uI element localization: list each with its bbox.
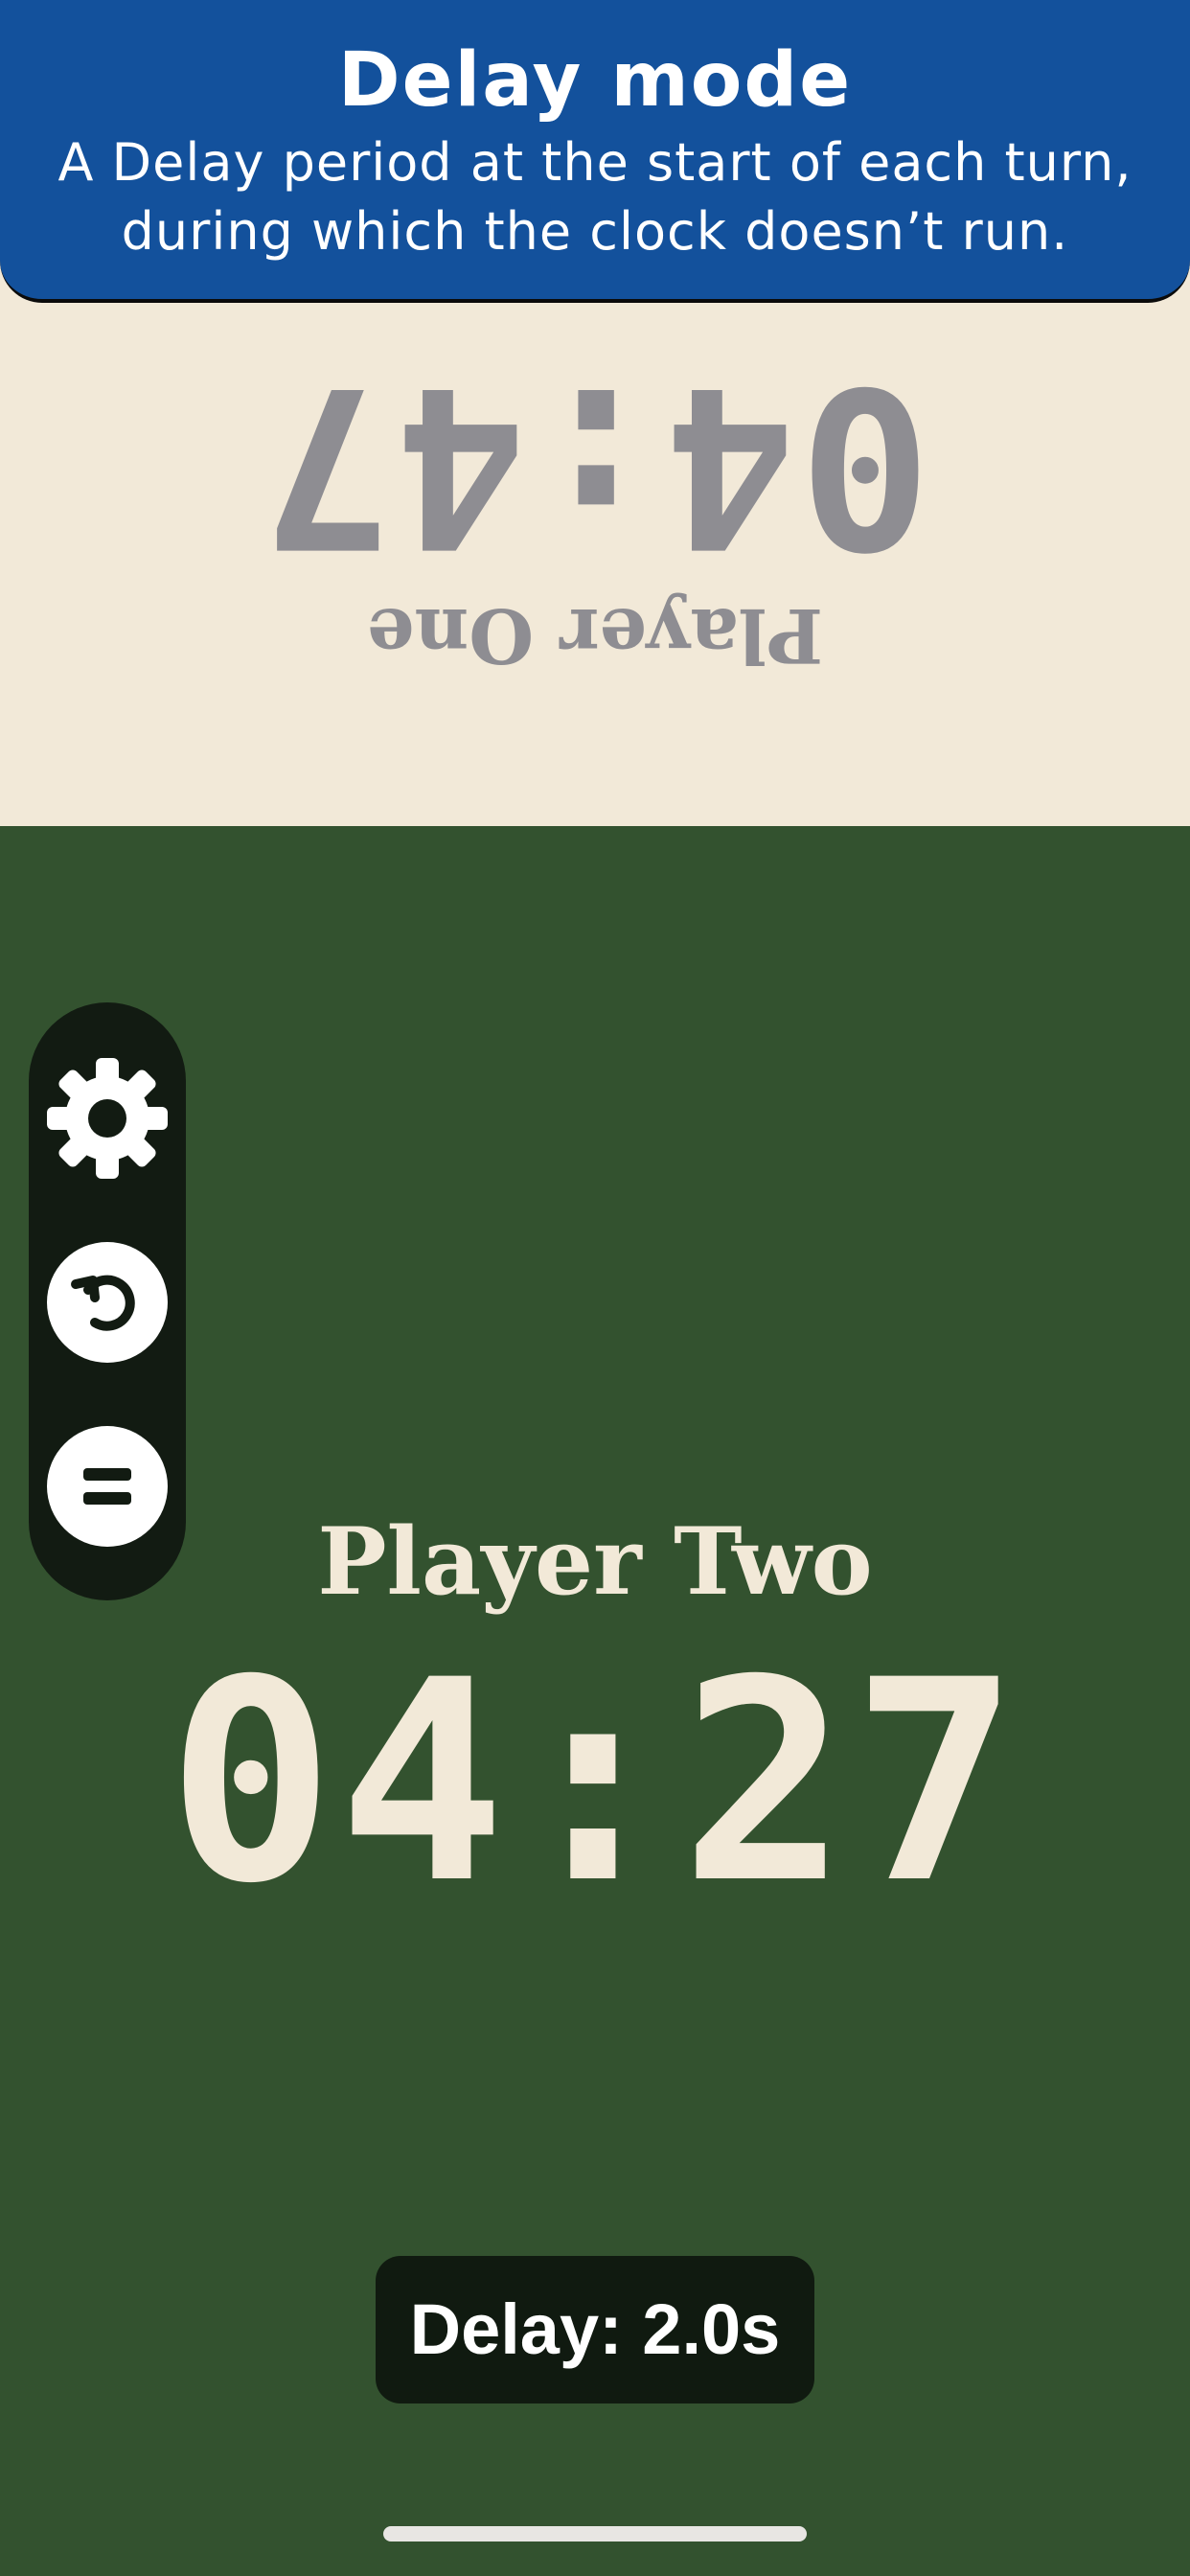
player-one-display: Player One 04:47: [0, 337, 1190, 776]
player-one-name: Player One: [366, 591, 824, 678]
pause-button[interactable]: [45, 1424, 170, 1549]
reset-icon: [47, 1242, 168, 1363]
side-toolbar: [29, 1002, 186, 1600]
delay-indicator: Delay: 2.0s: [376, 2256, 814, 2404]
reset-button[interactable]: [45, 1240, 170, 1365]
home-indicator[interactable]: [383, 2526, 807, 2542]
pause-icon: [47, 1426, 168, 1547]
settings-button[interactable]: [45, 1056, 170, 1181]
mode-banner: Delay mode A Delay period at the start o…: [0, 0, 1190, 303]
banner-title: Delay mode: [337, 37, 853, 124]
gear-icon: [47, 1058, 168, 1179]
banner-description: A Delay period at the start of each turn…: [57, 132, 1133, 262]
player-one-time: 04:47: [258, 337, 932, 593]
player-two-time: 04:27: [167, 1622, 1023, 1944]
